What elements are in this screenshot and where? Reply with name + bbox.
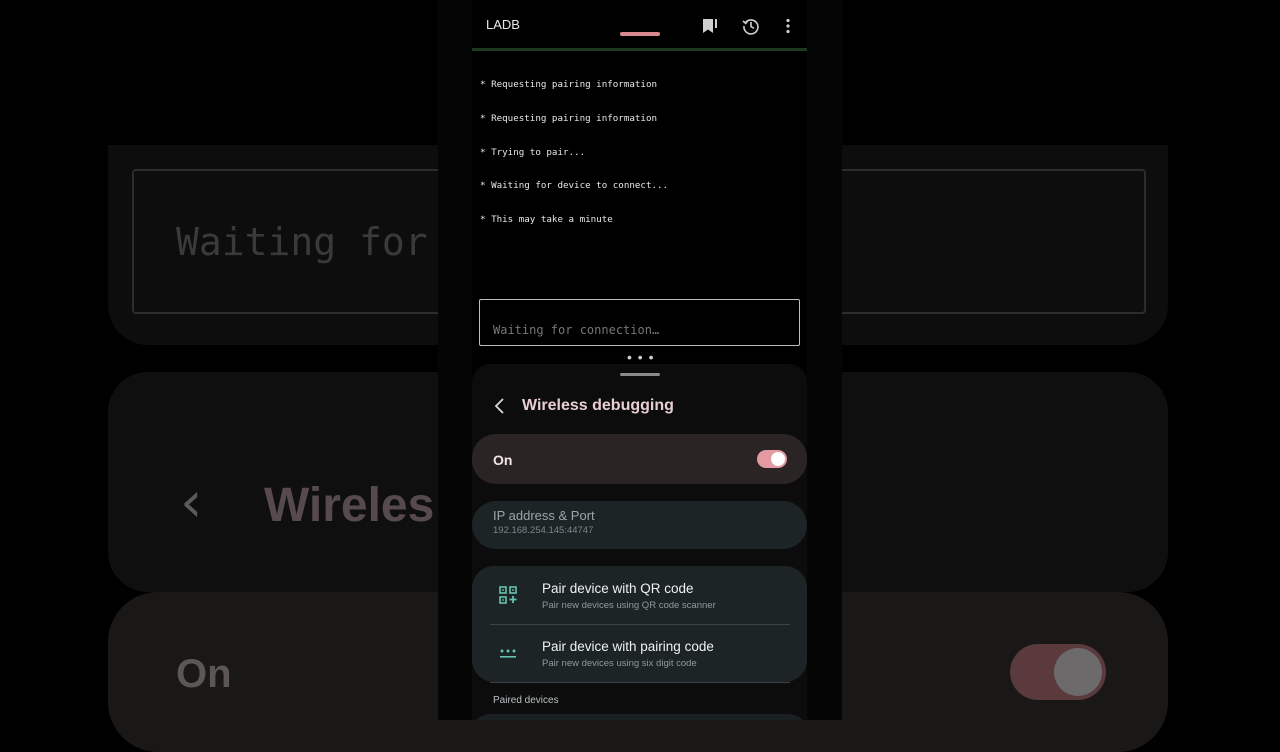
back-arrow-icon[interactable] (492, 396, 508, 416)
pair-code-subtitle: Pair new devices using six digit code (542, 658, 697, 669)
terminal-line: * Requesting pairing information (480, 79, 658, 91)
terminal-line: * Trying to pair... (480, 146, 586, 158)
app-title: LADB (486, 17, 520, 32)
pair-code-title: Pair device with pairing code (542, 639, 714, 654)
background-title: Wireles (264, 479, 435, 532)
page-title: Wireless debugging (522, 397, 674, 414)
command-input[interactable] (479, 299, 800, 346)
background-back-icon: ‹ (180, 470, 203, 535)
phone-screen: LADB * Requesting pairing information * … (472, 0, 807, 720)
ip-address-value: 192.168.254.145:44747 (493, 525, 594, 536)
background-input-text: Waiting for (176, 220, 428, 264)
divider (490, 682, 790, 683)
sheet-handle[interactable] (620, 373, 660, 376)
ip-address-label: IP address & Port (493, 508, 595, 523)
split-divider-dots[interactable]: • • • (627, 350, 654, 364)
terminal-line: * Waiting for device to connect... (480, 180, 669, 192)
terminal-line: * Requesting pairing information (480, 113, 658, 125)
paired-devices-header: Paired devices (493, 695, 559, 706)
background-on-text: On (176, 652, 232, 696)
paired-devices-card (472, 714, 807, 720)
pair-qr-subtitle: Pair new devices using QR code scanner (542, 600, 716, 611)
pair-qr-code-item[interactable]: Pair device with QR code Pair new device… (472, 566, 807, 624)
wireless-debugging-sheet: Wireless debugging On IP address & Port … (472, 364, 807, 720)
pair-qr-title: Pair device with QR code (542, 581, 694, 596)
pair-code-item[interactable]: Pair device with pairing code Pair new d… (472, 624, 807, 682)
wireless-debugging-toggle-row[interactable]: On (472, 434, 807, 484)
dialpad-icon (498, 643, 518, 663)
more-vert-icon[interactable] (778, 16, 798, 36)
terminal-output: * Requesting pairing information * Reque… (480, 57, 800, 247)
app-bar: LADB (472, 0, 807, 51)
background-toggle (1010, 644, 1106, 700)
toggle-label: On (493, 452, 513, 468)
switch-knob (771, 452, 785, 466)
history-icon[interactable] (741, 16, 761, 36)
qr-code-icon (498, 585, 518, 605)
wireless-debugging-switch[interactable] (757, 450, 787, 468)
split-drag-handle[interactable] (620, 32, 660, 36)
progress-line (472, 48, 807, 51)
terminal-line: * This may take a minute (480, 213, 613, 225)
ip-address-card: IP address & Port 192.168.254.145:44747 (472, 501, 807, 549)
bookmark-icon[interactable] (700, 16, 720, 36)
pair-options-card: Pair device with QR code Pair new device… (472, 566, 807, 682)
